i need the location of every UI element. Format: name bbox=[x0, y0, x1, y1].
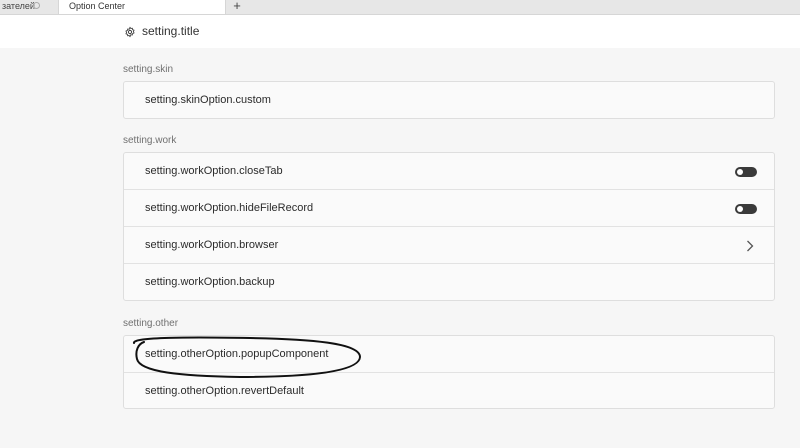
setting-row-label: setting.workOption.hideFileRecord bbox=[145, 202, 314, 214]
setting-row-backup[interactable]: setting.workOption.backup bbox=[124, 264, 774, 301]
setting-row-browser[interactable]: setting.workOption.browser bbox=[124, 227, 774, 264]
setting-row-close-tab: setting.workOption.closeTab bbox=[124, 153, 774, 190]
gear-icon bbox=[125, 26, 135, 38]
setting-row-hide-file-record: setting.workOption.hideFileRecord bbox=[124, 190, 774, 227]
tab-close-icon[interactable] bbox=[33, 2, 40, 9]
section-label-work: setting.work bbox=[123, 135, 177, 146]
setting-row-label: setting.workOption.closeTab bbox=[145, 165, 283, 177]
other-card: setting.otherOption.popupComponent setti… bbox=[123, 335, 775, 409]
setting-row-label: setting.otherOption.popupComponent bbox=[145, 348, 329, 360]
work-card: setting.workOption.closeTab setting.work… bbox=[123, 152, 775, 301]
close-tab-toggle[interactable] bbox=[735, 167, 757, 177]
page-title: setting.title bbox=[142, 24, 200, 38]
new-tab-button[interactable]: + bbox=[231, 0, 243, 14]
setting-row-revert-default[interactable]: setting.otherOption.revertDefault bbox=[124, 373, 774, 410]
hide-file-record-toggle[interactable] bbox=[735, 204, 757, 214]
section-label-skin: setting.skin bbox=[123, 64, 174, 75]
setting-row-custom-skin[interactable]: setting.skinOption.custom bbox=[124, 82, 774, 119]
tab-option-center[interactable]: Option Center bbox=[58, 0, 226, 14]
tab-inactive-label: зателей bbox=[2, 1, 35, 11]
skin-card: setting.skinOption.custom bbox=[123, 81, 775, 119]
toggle-knob bbox=[737, 169, 743, 175]
setting-row-label: setting.otherOption.revertDefault bbox=[145, 385, 304, 397]
tab-active-label: Option Center bbox=[69, 1, 126, 11]
page-header: setting.title bbox=[0, 15, 800, 48]
section-label-other: setting.other bbox=[123, 318, 179, 329]
tab-bar: зателей Option Center + bbox=[0, 0, 800, 15]
setting-row-label: setting.skinOption.custom bbox=[145, 94, 271, 106]
setting-row-popup-component[interactable]: setting.otherOption.popupComponent bbox=[124, 336, 774, 373]
setting-row-label: setting.workOption.browser bbox=[145, 239, 279, 251]
tab-inactive[interactable]: зателей bbox=[0, 0, 58, 14]
setting-row-label: setting.workOption.backup bbox=[145, 276, 275, 288]
chevron-right-icon bbox=[747, 240, 754, 252]
toggle-knob bbox=[737, 206, 743, 212]
